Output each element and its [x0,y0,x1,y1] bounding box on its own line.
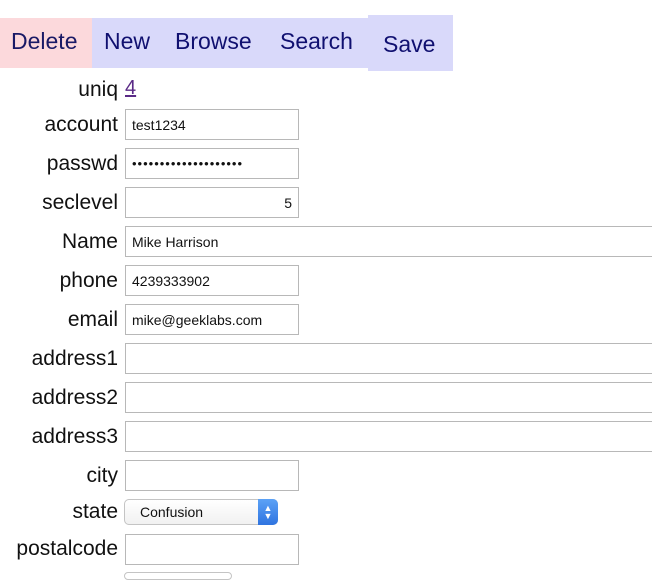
state-label: state [72,500,118,523]
postalcode-field[interactable] [125,534,299,565]
chevron-up-down-icon: ▲ ▼ [258,499,278,525]
browse-button[interactable]: Browse [175,30,252,53]
city-label: city [86,464,119,487]
email-field[interactable] [125,304,299,335]
address2-field[interactable] [125,382,652,413]
save-button[interactable]: Save [368,15,453,71]
email-row: email [0,304,652,336]
state-select-value: Confusion [140,504,204,520]
name-row: Name [0,226,652,258]
address1-label: address1 [31,347,118,370]
passwd-row: passwd •••••••••••••••••••• [0,148,652,180]
uniq-label: uniq [78,78,118,101]
search-button[interactable]: Search [280,30,353,53]
postalcode-row: postalcode [0,534,652,566]
address3-row: address3 [0,421,652,453]
address3-label: address3 [31,425,118,448]
address2-row: address2 [0,382,652,414]
phone-row: phone [0,265,652,297]
email-label: email [67,308,118,331]
account-field[interactable] [125,109,299,140]
account-label: account [44,113,118,136]
address1-row: address1 [0,343,652,375]
passwd-field[interactable]: •••••••••••••••••••• [125,148,299,179]
seclevel-field[interactable] [125,187,299,218]
delete-button[interactable]: Delete [0,18,92,68]
state-select[interactable]: Confusion ▲ ▼ [124,499,278,525]
state-row: state Confusion ▲ ▼ [0,499,652,531]
phone-field[interactable] [125,265,299,296]
passwd-label: passwd [46,152,118,175]
city-field[interactable] [125,460,299,491]
phone-label: phone [59,269,118,292]
address3-field[interactable] [125,421,652,452]
seclevel-row: seclevel [0,187,652,219]
name-field[interactable] [125,226,652,257]
name-label: Name [61,230,118,253]
address1-field[interactable] [125,343,652,374]
account-row: account [0,109,652,141]
next-field-partial[interactable] [124,572,232,580]
uniq-link[interactable]: 4 [125,77,136,100]
new-button[interactable]: New [104,30,150,53]
seclevel-label: seclevel [42,191,118,214]
postalcode-label: postalcode [16,537,118,560]
nav-button-group: New Browse Search [92,18,368,68]
address2-label: address2 [31,386,118,409]
city-row: city [0,460,652,492]
uniq-row: uniq 4 [0,74,652,106]
